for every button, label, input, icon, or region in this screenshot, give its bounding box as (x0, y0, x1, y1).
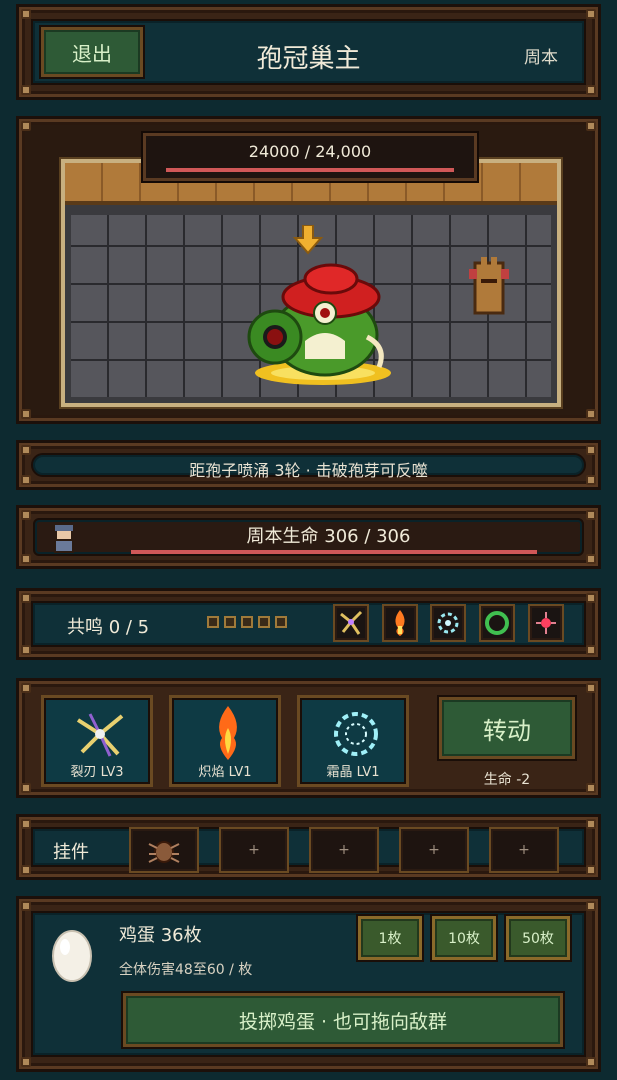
boss-monster[interactable] (243, 255, 393, 385)
plugin-slot-empty[interactable]: + (399, 827, 469, 873)
rivet (586, 121, 596, 131)
player-hp-panel: 周本生命 306 / 306 (16, 505, 601, 569)
rivet (21, 9, 31, 19)
rivet (586, 901, 596, 911)
rivet (586, 593, 596, 603)
rivet (586, 85, 596, 95)
throw-egg-label: 投掷鸡蛋 · 也可拖向敌群 (238, 1010, 448, 1033)
egg-name: 鸡蛋 36枚 (119, 925, 202, 946)
rivet (586, 645, 596, 655)
rivet (21, 510, 31, 520)
rivet (21, 819, 31, 829)
skill-slot-rift-blade[interactable]: 裂刃 LV3 (41, 695, 153, 787)
qty-label: 50枚 (522, 931, 554, 947)
spider-charm-icon (148, 841, 180, 863)
rivet (21, 683, 31, 693)
rivet (586, 783, 596, 793)
add-icon: + (428, 842, 440, 858)
rivet (21, 121, 31, 131)
plugin-slot-empty[interactable]: + (219, 827, 289, 873)
info-bar: 距孢子喷涌 3轮 · 击破孢芽可反噬 (16, 440, 601, 490)
boss-hp-panel: 24000 / 24,000 (143, 133, 477, 181)
rift-icon[interactable] (333, 604, 369, 642)
battle-scene: 24000 / 24,000 (16, 116, 601, 424)
rivet (586, 865, 596, 875)
resonance-pip (224, 616, 236, 628)
rivet (586, 510, 596, 520)
spin-button[interactable]: 转动 (439, 697, 575, 759)
frost-crystal-icon (334, 712, 378, 756)
rivet (586, 445, 596, 455)
resonance-pip (258, 616, 270, 628)
rivet (586, 819, 596, 829)
skills-panel: 裂刃 LV3 炽焰 LV1 霜晶 LV1 转动 生命 -2 (16, 678, 601, 798)
page-title: 孢冠巢主 (256, 44, 361, 74)
skill-name: 炽焰 LV1 (198, 765, 252, 780)
qty-label: 10枚 (448, 931, 480, 947)
spin-cost: 生命 -2 (483, 772, 531, 788)
boss-hp-text: 24000 / 24,000 (248, 142, 372, 161)
player-hp-fill (131, 550, 537, 554)
mode-label: 周本 (524, 48, 558, 68)
boss-hp-track (166, 168, 454, 172)
spin-button-label: 转动 (483, 716, 531, 745)
resonance-pip (207, 616, 219, 628)
rivet (21, 901, 31, 911)
resonance-text: 共鸣 0 / 5 (67, 617, 150, 638)
boss-hp-fill (166, 168, 454, 172)
frost-icon[interactable] (430, 604, 466, 642)
plugin-slot-empty[interactable]: + (489, 827, 559, 873)
egg-icon (52, 930, 92, 982)
dungeon-floor (61, 159, 561, 407)
rivet (21, 645, 31, 655)
rivet (586, 554, 596, 564)
rivet (586, 9, 596, 19)
rivet (586, 409, 596, 419)
header-panel: 退出 孢冠巢主 周本 (16, 4, 601, 100)
add-icon: + (248, 842, 260, 858)
rivet (21, 85, 31, 95)
rivet (586, 1057, 596, 1067)
plugins-panel: 挂件 + + + + (16, 814, 601, 880)
qty-50-button[interactable]: 50枚 (506, 916, 570, 960)
skill-slot-blaze[interactable]: 炽焰 LV1 (169, 695, 281, 787)
throw-egg-button[interactable]: 投掷鸡蛋 · 也可拖向敌群 (123, 993, 563, 1047)
resonance-panel: 共鸣 0 / 5 (16, 588, 601, 660)
spark-icon[interactable] (528, 604, 564, 642)
resonance-pip (241, 616, 253, 628)
egg-desc: 全体伤害48至60 / 枚 (119, 962, 253, 978)
plugin-slot-empty[interactable]: + (309, 827, 379, 873)
player-hp-track (131, 550, 537, 554)
qty-label: 1枚 (378, 931, 402, 947)
rift-blade-icon (76, 713, 124, 757)
rivet (21, 554, 31, 564)
rivet (21, 445, 31, 455)
plugin-slot-equipped[interactable] (129, 827, 199, 873)
target-arrow-icon (293, 225, 323, 255)
plugins-label: 挂件 (53, 842, 89, 863)
rivet (21, 409, 31, 419)
qty-10-button[interactable]: 10枚 (432, 916, 496, 960)
resonance-pip (275, 616, 287, 628)
qty-1-button[interactable]: 1枚 (358, 916, 422, 960)
player-hp-text: 周本生命 306 / 306 (246, 526, 411, 547)
rivet (21, 1057, 31, 1067)
rivet (21, 783, 31, 793)
ring-icon[interactable] (479, 604, 515, 642)
rivet (21, 593, 31, 603)
add-icon: + (338, 842, 350, 858)
blaze-icon (219, 706, 237, 760)
skill-name: 裂刃 LV3 (70, 765, 124, 780)
info-text: 距孢子喷涌 3轮 · 击破孢芽可反噬 (189, 461, 428, 480)
rivet (586, 683, 596, 693)
minion-enemy[interactable] (467, 257, 511, 319)
add-icon: + (518, 842, 530, 858)
rivet (21, 865, 31, 875)
skill-name: 霜晶 LV1 (326, 765, 380, 780)
skill-slot-frost-crystal[interactable]: 霜晶 LV1 (297, 695, 409, 787)
flame-icon[interactable] (382, 604, 418, 642)
